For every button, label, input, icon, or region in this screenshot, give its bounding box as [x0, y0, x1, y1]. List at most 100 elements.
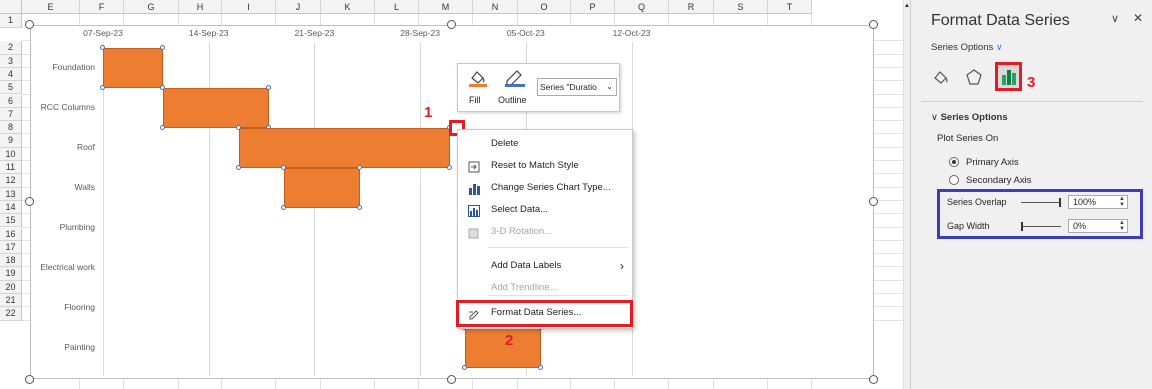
column-header[interactable]: O: [518, 0, 571, 14]
context-menu-item[interactable]: Add Data Labels ›: [458, 255, 632, 277]
row-header[interactable]: 10: [0, 147, 22, 161]
row-header[interactable]: 11: [0, 161, 22, 175]
row-header[interactable]: 2: [0, 41, 22, 55]
bar-selection-handle[interactable]: [281, 205, 287, 210]
series-options-dropdown[interactable]: Series Options ∨: [931, 42, 1003, 53]
close-icon[interactable]: ✕: [1133, 11, 1143, 25]
column-header[interactable]: I: [222, 0, 276, 14]
row-header[interactable]: 13: [0, 187, 22, 201]
series-overlap-input[interactable]: 100% ▲ ▼: [1068, 195, 1128, 209]
effects-tab-icon[interactable]: [965, 68, 983, 86]
outline-button[interactable]: Outline: [498, 68, 534, 108]
column-header[interactable]: E: [22, 0, 80, 14]
series-overlap-value: 100%: [1073, 197, 1097, 207]
column-header[interactable]: N: [473, 0, 518, 14]
section-series-options[interactable]: ∨ Series Options: [931, 112, 1008, 123]
bar-selection-handle[interactable]: [160, 125, 166, 130]
row-header[interactable]: 22: [0, 307, 22, 321]
bar-selection-handle[interactable]: [537, 365, 543, 370]
context-menu-item[interactable]: Change Series Chart Type...: [458, 177, 632, 199]
bar-selection-handle[interactable]: [100, 45, 105, 50]
chart-handle[interactable]: [447, 20, 456, 29]
chart-handle[interactable]: [869, 197, 878, 206]
row-header[interactable]: 19: [0, 267, 22, 281]
gantt-bar[interactable]: [163, 88, 270, 128]
bar-selection-handle[interactable]: [160, 45, 166, 50]
column-header[interactable]: M: [419, 0, 473, 14]
chart-type-icon: [468, 182, 480, 195]
bar-selection-handle[interactable]: [100, 85, 105, 90]
row-header[interactable]: 15: [0, 214, 22, 228]
row-header[interactable]: 12: [0, 174, 22, 188]
worksheet[interactable]: EFGHIJKLMNOPQRST 1 2 3 4 5 6 7 8 9 10 11 12 13 14 15 16…: [0, 0, 903, 389]
chart-handle[interactable]: [447, 375, 456, 384]
gantt-chart[interactable]: 07-Sep-23 14-Sep-23 21-Sep-23 28-Sep-23 05-O…: [30, 25, 874, 379]
column-header[interactable]: F: [80, 0, 124, 14]
context-menu-item: 3-D Rotation...: [458, 221, 632, 243]
gap-width-slider[interactable]: [1021, 226, 1061, 227]
row-header[interactable]: 7: [0, 107, 22, 122]
x-tick-label: 14-Sep-23: [188, 28, 229, 38]
row-header[interactable]: 3: [0, 54, 22, 68]
column-header[interactable]: Q: [615, 0, 669, 14]
bar-selection-handle[interactable]: [266, 85, 272, 90]
row-header[interactable]: 14: [0, 200, 22, 215]
row-header[interactable]: 8: [0, 121, 22, 135]
bar-selection-handle[interactable]: [235, 125, 241, 130]
column-header[interactable]: R: [669, 0, 714, 14]
row-header[interactable]: 4: [0, 67, 22, 82]
column-header[interactable]: K: [321, 0, 375, 14]
fill-line-tab-icon[interactable]: [931, 68, 951, 86]
spin-arrows-icon[interactable]: ▲ ▼: [1119, 196, 1125, 208]
spin-arrows-icon[interactable]: ▲ ▼: [1119, 220, 1125, 232]
column-header[interactable]: J: [276, 0, 321, 14]
series-overlap-slider[interactable]: [1021, 202, 1061, 203]
bar-selection-handle[interactable]: [235, 165, 241, 170]
x-tick-label: 21-Sep-23: [294, 28, 335, 38]
secondary-axis-radio[interactable]: [949, 175, 959, 185]
series-select[interactable]: Series "Duratio ⌄: [537, 78, 617, 96]
column-header[interactable]: S: [714, 0, 768, 14]
gap-width-thumb[interactable]: [1021, 222, 1023, 231]
row-header[interactable]: 17: [0, 240, 22, 255]
gap-width-input[interactable]: 0% ▲ ▼: [1068, 219, 1128, 233]
primary-axis-radio[interactable]: [949, 157, 959, 167]
column-header[interactable]: T: [768, 0, 812, 14]
select-all-corner[interactable]: [0, 0, 22, 14]
context-menu-item[interactable]: Reset to Match Style: [458, 155, 632, 177]
row-header[interactable]: 20: [0, 280, 22, 294]
chart-handle[interactable]: [25, 197, 34, 206]
row-header[interactable]: 1: [0, 14, 22, 28]
fill-button[interactable]: Fill: [464, 68, 492, 108]
gantt-bar[interactable]: [103, 48, 164, 88]
row-header[interactable]: 5: [0, 81, 22, 95]
row-header[interactable]: 16: [0, 227, 22, 241]
gantt-bar[interactable]: [465, 328, 541, 368]
column-header[interactable]: L: [375, 0, 419, 14]
column-header[interactable]: H: [179, 0, 222, 14]
chart-handle[interactable]: [25, 375, 34, 384]
bar-selection-handle[interactable]: [356, 165, 362, 170]
vertical-scrollbar[interactable]: ▲: [903, 0, 910, 389]
bar-selection-handle[interactable]: [462, 365, 468, 370]
row-header[interactable]: 9: [0, 134, 22, 148]
context-menu-item[interactable]: Delete: [458, 133, 632, 155]
series-options-tab-icon[interactable]: [1001, 69, 1017, 85]
chart-handle[interactable]: [869, 20, 878, 29]
chart-handle[interactable]: [25, 20, 34, 29]
row-header[interactable]: 21: [0, 294, 22, 308]
context-menu-item[interactable]: Select Data...: [458, 199, 632, 221]
bar-selection-handle[interactable]: [356, 205, 362, 210]
column-header[interactable]: P: [571, 0, 615, 14]
column-header[interactable]: G: [124, 0, 179, 14]
format-pane: Format Data Series ∨ ✕ Series Options ∨ …: [910, 0, 1152, 389]
reset-style-icon: [468, 160, 480, 173]
bar-selection-handle[interactable]: [447, 165, 453, 170]
chart-handle[interactable]: [869, 375, 878, 384]
row-header[interactable]: 6: [0, 94, 22, 108]
series-overlap-thumb[interactable]: [1059, 198, 1061, 207]
pane-options-chevron-icon[interactable]: ∨: [1111, 12, 1119, 25]
gantt-bar[interactable]: [284, 168, 360, 208]
gantt-bar[interactable]: [238, 128, 451, 168]
row-header[interactable]: 18: [0, 254, 22, 268]
